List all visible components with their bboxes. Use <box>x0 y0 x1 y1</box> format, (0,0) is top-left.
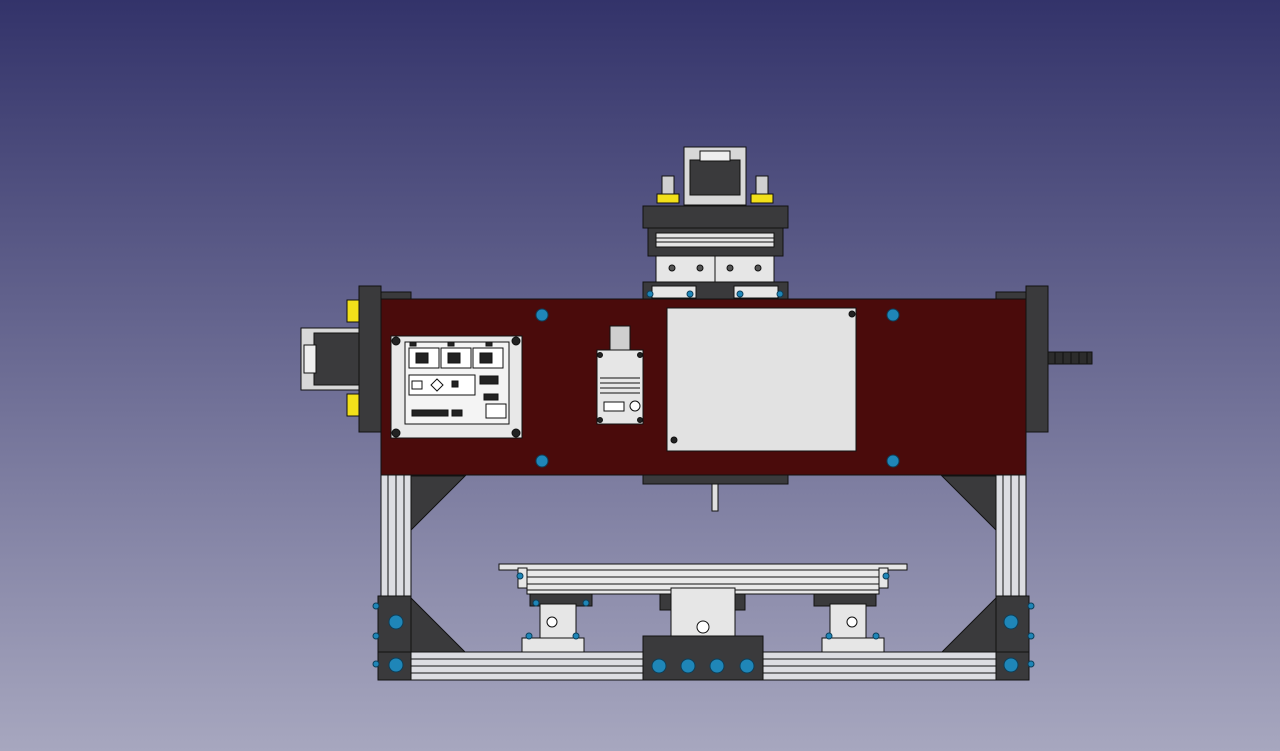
bolt-icon <box>651 658 667 674</box>
bolt-icon <box>872 632 880 640</box>
bolt-icon <box>886 308 900 322</box>
bolt-icon <box>525 632 533 640</box>
cad-viewport[interactable] <box>0 0 1280 751</box>
bolt-icon <box>372 602 380 610</box>
cnc-machine-drawing <box>0 0 1280 751</box>
bolt-icon <box>535 454 549 468</box>
spindle-bit-icon <box>711 483 719 512</box>
bolt-icon <box>572 632 580 640</box>
bolt-icon <box>516 572 524 580</box>
bearing-icon <box>346 299 360 323</box>
bearing-icon <box>346 393 360 417</box>
bolt-icon <box>372 660 380 668</box>
bolt-icon <box>886 454 900 468</box>
controller-board-pcb-icon <box>390 335 523 439</box>
bolt-icon <box>882 572 890 580</box>
bolt-icon <box>372 632 380 640</box>
bolt-icon <box>1027 632 1035 640</box>
cover-plate <box>666 307 857 452</box>
bolt-icon <box>535 308 549 322</box>
bolt-icon <box>1027 660 1035 668</box>
bolt-icon <box>1003 657 1019 673</box>
bearing-icon <box>656 193 680 204</box>
bolt-icon <box>582 599 590 607</box>
bolt-icon <box>736 290 744 298</box>
bolt-icon <box>532 599 540 607</box>
bolt-icon <box>388 614 404 630</box>
bearing-icon <box>750 193 774 204</box>
bolt-icon <box>646 290 654 298</box>
bolt-icon <box>1003 614 1019 630</box>
bolt-icon <box>680 658 696 674</box>
bolt-icon <box>388 657 404 673</box>
bolt-icon <box>686 290 694 298</box>
bolt-icon <box>776 290 784 298</box>
bolt-icon <box>739 658 755 674</box>
bolt-icon <box>709 658 725 674</box>
bolt-icon <box>825 632 833 640</box>
bolt-icon <box>1027 602 1035 610</box>
